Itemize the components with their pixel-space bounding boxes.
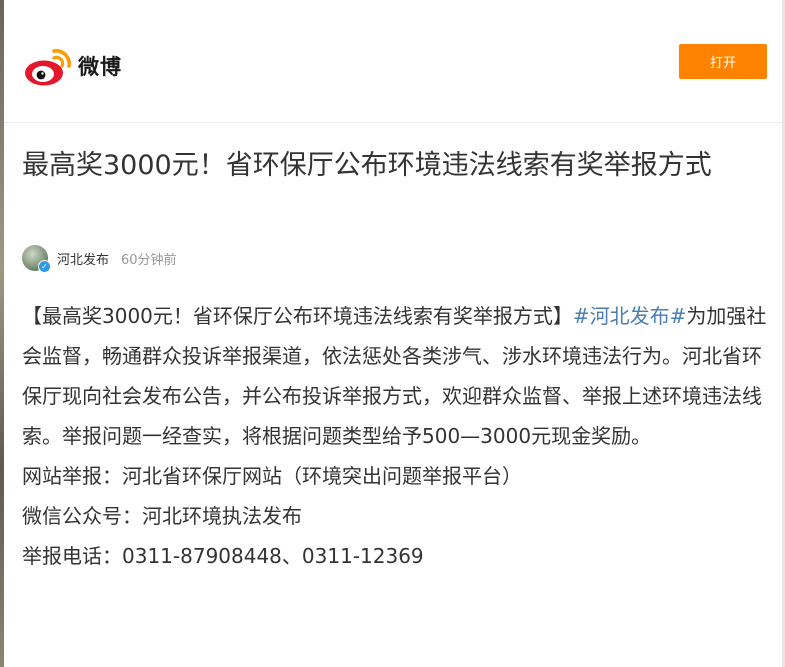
report-wechat-line: 微信公众号：河北环境执法发布 [22, 504, 302, 528]
report-phone-line: 举报电话：0311-87908448、0311-12369 [22, 544, 424, 568]
verified-badge-icon: ✓ [38, 260, 51, 273]
article-title: 最高奖3000元！省环保厅公布环境违法线索有奖举报方式 [22, 150, 712, 181]
author-row: ✓ 河北发布 60分钟前 [22, 243, 177, 273]
hashtag-link[interactable]: #河北发布# [573, 304, 687, 328]
article-content: 【最高奖3000元！省环保厅公布环境违法线索有奖举报方式】#河北发布#为加强社会… [22, 296, 772, 576]
report-website-line: 网站举报：河北省环保厅网站（环境突出问题举报平台） [22, 464, 522, 488]
weibo-page: 微博 打开 最高奖3000元！省环保厅公布环境违法线索有奖举报方式 ✓ 河北发布… [4, 0, 782, 667]
lead-text: 【最高奖3000元！省环保厅公布环境违法线索有奖举报方式】 [22, 304, 573, 328]
author-name[interactable]: 河北发布 [57, 249, 109, 268]
post-time: 60分钟前 [121, 252, 177, 268]
weibo-eye-icon [25, 49, 71, 86]
logo-text: 微博 [78, 55, 122, 79]
header: 微博 打开 [4, 0, 782, 123]
avatar[interactable]: ✓ [22, 245, 51, 273]
weibo-logo[interactable]: 微博 [24, 44, 122, 88]
article-body-paragraph: 【最高奖3000元！省环保厅公布环境违法线索有奖举报方式】#河北发布#为加强社会… [22, 296, 772, 456]
open-app-button[interactable]: 打开 [679, 44, 767, 79]
